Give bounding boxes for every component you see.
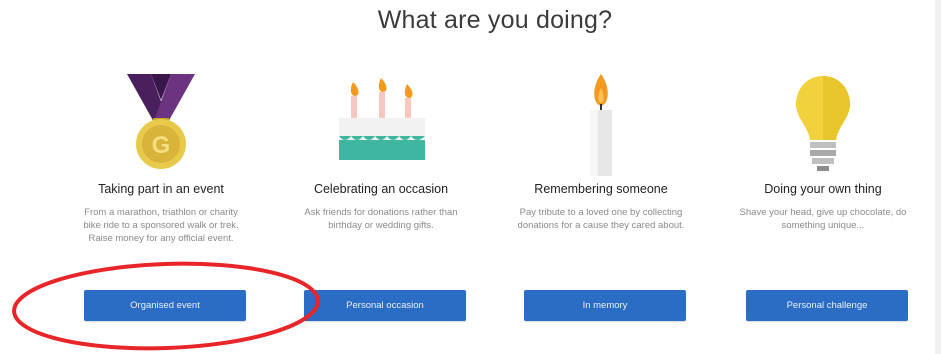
svg-text:G: G (152, 132, 171, 159)
card-description: From a marathon, triathlon or charity bi… (83, 207, 239, 244)
lightbulb-icon (796, 76, 850, 171)
card-in-memory: Remembering someone Pay tribute to a lov… (506, 70, 696, 330)
scrollbar-track[interactable] (935, 0, 941, 354)
medal-icon: G (127, 74, 195, 169)
card-icon-wrap: G (66, 70, 256, 178)
card-icon-wrap (506, 70, 696, 178)
card-description: Pay tribute to a loved one by collecting… (517, 207, 685, 231)
card-icon-wrap (286, 70, 476, 178)
card-icon-wrap (728, 70, 918, 178)
card-title: Doing your own thing (764, 182, 882, 196)
card-title: Taking part in an event (98, 182, 224, 196)
card-title: Celebrating an occasion (313, 182, 449, 196)
card-description: Ask friends for donations rather than bi… (304, 207, 458, 231)
personal-occasion-button[interactable]: Personal occasion (304, 290, 466, 321)
card-personal-challenge: Doing your own thing Shave your head, gi… (728, 70, 918, 330)
card-organised-event: G Taking part in an event From a maratho… (66, 70, 256, 330)
page-title: What are you doing? (377, 6, 613, 34)
cake-icon (339, 78, 425, 160)
page: What are you doing? G Taking part in an … (0, 0, 941, 354)
card-personal-occasion: Celebrating an occasion Ask friends for … (286, 70, 476, 330)
personal-challenge-button[interactable]: Personal challenge (746, 290, 908, 321)
in-memory-button[interactable]: In memory (524, 290, 686, 321)
organised-event-button[interactable]: Organised event (84, 290, 246, 321)
candle-icon (590, 74, 612, 176)
card-title: Remembering someone (534, 182, 668, 196)
card-description: Shave your head, give up chocolate, do s… (739, 207, 907, 231)
